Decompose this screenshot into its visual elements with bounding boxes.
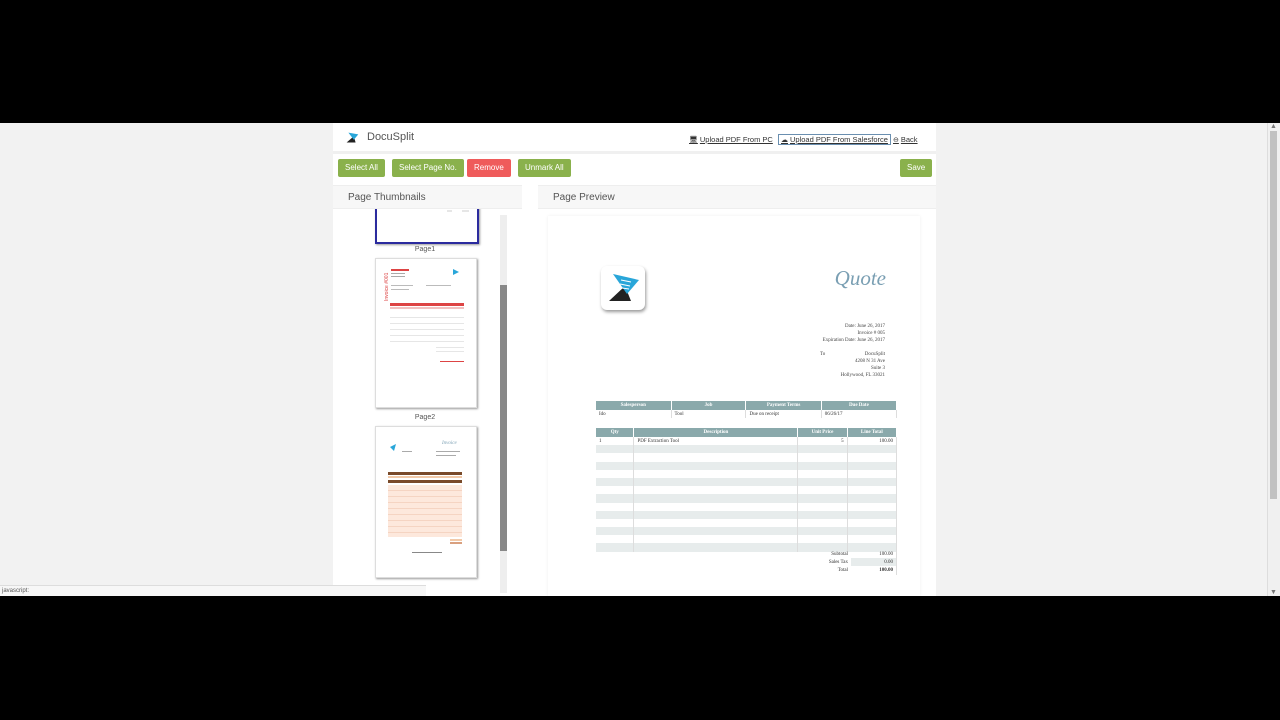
table-cell: PDF Extraction Tool [633, 437, 799, 446]
recipient-line: Suite 3 [870, 366, 885, 371]
cloud-icon: ☁ [781, 136, 788, 144]
page-scrollbar-thumb[interactable] [1270, 131, 1277, 499]
app-name: DocuSplit [367, 131, 415, 143]
table-row [596, 469, 898, 478]
table-header: Line Total [847, 428, 898, 437]
status-bar: javascript: [0, 585, 426, 596]
table-header: Due Date [821, 401, 898, 410]
thumbnail-page-1-image [447, 210, 469, 212]
thumbnail-page-2[interactable]: Invoice #001 [375, 258, 477, 408]
subtotal-label: Subtotal [831, 551, 848, 557]
table-row [596, 486, 898, 495]
table-cell: 5 [797, 437, 848, 446]
table-row [596, 494, 898, 503]
thumbnails-scrollbar-thumb[interactable] [500, 285, 507, 551]
table-header: Payment Terms [745, 401, 822, 410]
table-row [596, 535, 898, 544]
table-header: Description [633, 428, 799, 437]
subtotal-value: 100.00 [850, 550, 897, 559]
salesperson-table: Salesperson Job Payment Terms Due Date I… [596, 401, 898, 419]
totals-table: Subtotal 100.00 Sales Tax 0.00 Total 100… [801, 550, 897, 575]
line-items-table: Qty Description Unit Price Line Total 1 … [596, 428, 898, 552]
quote-date: Date: June 26, 2017 [845, 324, 885, 329]
unmark-all-button[interactable]: Unmark All [518, 159, 571, 177]
upload-from-pc-label: Upload PDF From PC [699, 135, 773, 144]
table-row [596, 502, 898, 511]
table-row [596, 518, 898, 528]
select-page-no-button[interactable]: Select Page No. [392, 159, 464, 177]
quote-meta: Date: June 26, 2017 Invoice # 005 Expira… [823, 323, 885, 344]
quote-title: Quote [834, 266, 886, 290]
select-all-button[interactable]: Select All [338, 159, 385, 177]
recipient-line: DocuSplit [864, 352, 885, 357]
docusplit-logo-icon [343, 129, 361, 147]
quote-to-label: To [820, 352, 826, 357]
thumbnail-page-3-image: Invoice [388, 441, 462, 553]
thumbnail-page-1[interactable] [375, 209, 479, 244]
table-cell: 1 [596, 437, 635, 446]
thumbnail-page-2-label: Page2 [414, 414, 436, 421]
preview-panel-title: Page Preview [553, 192, 615, 203]
upload-from-salesforce-link[interactable]: ☁ Upload PDF From Salesforce [778, 134, 891, 145]
monitor-icon: 🖥 [689, 136, 698, 144]
table-header: Unit Price [797, 428, 848, 437]
total-value: 100.00 [850, 566, 897, 575]
thumbnails-panel-title: Page Thumbnails [348, 192, 426, 203]
browser-viewport: DocuSplit 🖥 Upload PDF From PC ☁ Upload … [0, 123, 1280, 596]
total-label: Total [837, 567, 848, 573]
quote-logo [601, 266, 645, 310]
save-button[interactable]: Save [900, 159, 933, 177]
table-cell: Due on receipt [745, 410, 822, 419]
thumbnail-page-2-image: Invoice #001 [384, 269, 464, 362]
page-preview-panel: Page Preview Quote Date: June 26, 2017 I… [538, 185, 936, 596]
quote-logo-icon [609, 274, 639, 301]
thumbnail-page-1-label: Page1 [414, 246, 436, 253]
back-link[interactable]: ⊖ Back [893, 135, 918, 144]
upload-from-pc-link[interactable]: 🖥 Upload PDF From PC [689, 135, 773, 144]
table-header: Salesperson [596, 401, 672, 410]
table-header: Qty [596, 428, 635, 437]
tax-label: Sales Tax [828, 559, 848, 565]
quote-recipient: DocuSplit 4208 N 31 Ave Suite 3 Hollywoo… [841, 351, 885, 379]
quote-invoice-number: Invoice # 005 [857, 331, 886, 336]
table-cell: Ido [596, 410, 672, 419]
back-label: Back [900, 135, 918, 144]
page-scrollbar[interactable]: ▲ ▼ [1267, 123, 1280, 596]
thumbnail-page-3[interactable]: Invoice [375, 426, 477, 578]
remove-button[interactable]: Remove [467, 159, 511, 177]
thumbnails-panel-header: Page Thumbnails [333, 186, 522, 209]
scroll-down-arrow-icon[interactable]: ▼ [1270, 589, 1277, 596]
table-cell: 100.00 [847, 437, 898, 446]
back-circle-icon: ⊖ [893, 136, 899, 144]
thumbnails-list[interactable]: Page1 Invoice #001 Page2 Invoice [333, 209, 508, 594]
app-header: DocuSplit 🖥 Upload PDF From PC ☁ Upload … [333, 123, 936, 154]
action-toolbar: Select All Select Page No. Remove Unmark… [333, 155, 936, 183]
table-row [596, 453, 898, 462]
table-row [596, 527, 898, 536]
table-cell: Tool [671, 410, 747, 419]
upload-from-salesforce-label: Upload PDF From Salesforce [790, 135, 888, 144]
svg-text:Invoice: Invoice [441, 441, 457, 446]
recipient-line: 4208 N 31 Ave [854, 359, 885, 364]
recipient-line: Hollywood, FL 33021 [840, 373, 885, 378]
docusplit-app: DocuSplit 🖥 Upload PDF From PC ☁ Upload … [333, 123, 936, 596]
tax-value: 0.00 [850, 558, 897, 567]
page-preview-document: Quote Date: June 26, 2017 Invoice # 005 … [548, 216, 920, 596]
svg-text:Invoice #001: Invoice #001 [384, 272, 390, 301]
table-row [596, 461, 898, 470]
preview-panel-header: Page Preview [538, 185, 936, 209]
table-row [596, 510, 898, 519]
table-row [596, 477, 898, 487]
table-cell: 06/26/17 [821, 410, 898, 419]
thumbnails-scrollbar[interactable] [500, 215, 507, 593]
scroll-up-arrow-icon[interactable]: ▲ [1270, 123, 1277, 130]
table-header: Job [671, 401, 747, 410]
quote-expiration-date: Expiration Date: June 26, 2017 [822, 338, 885, 343]
table-row [596, 445, 898, 454]
page-thumbnails-panel: Page Thumbnails Page1 Invoice #001 Page2… [333, 185, 522, 596]
